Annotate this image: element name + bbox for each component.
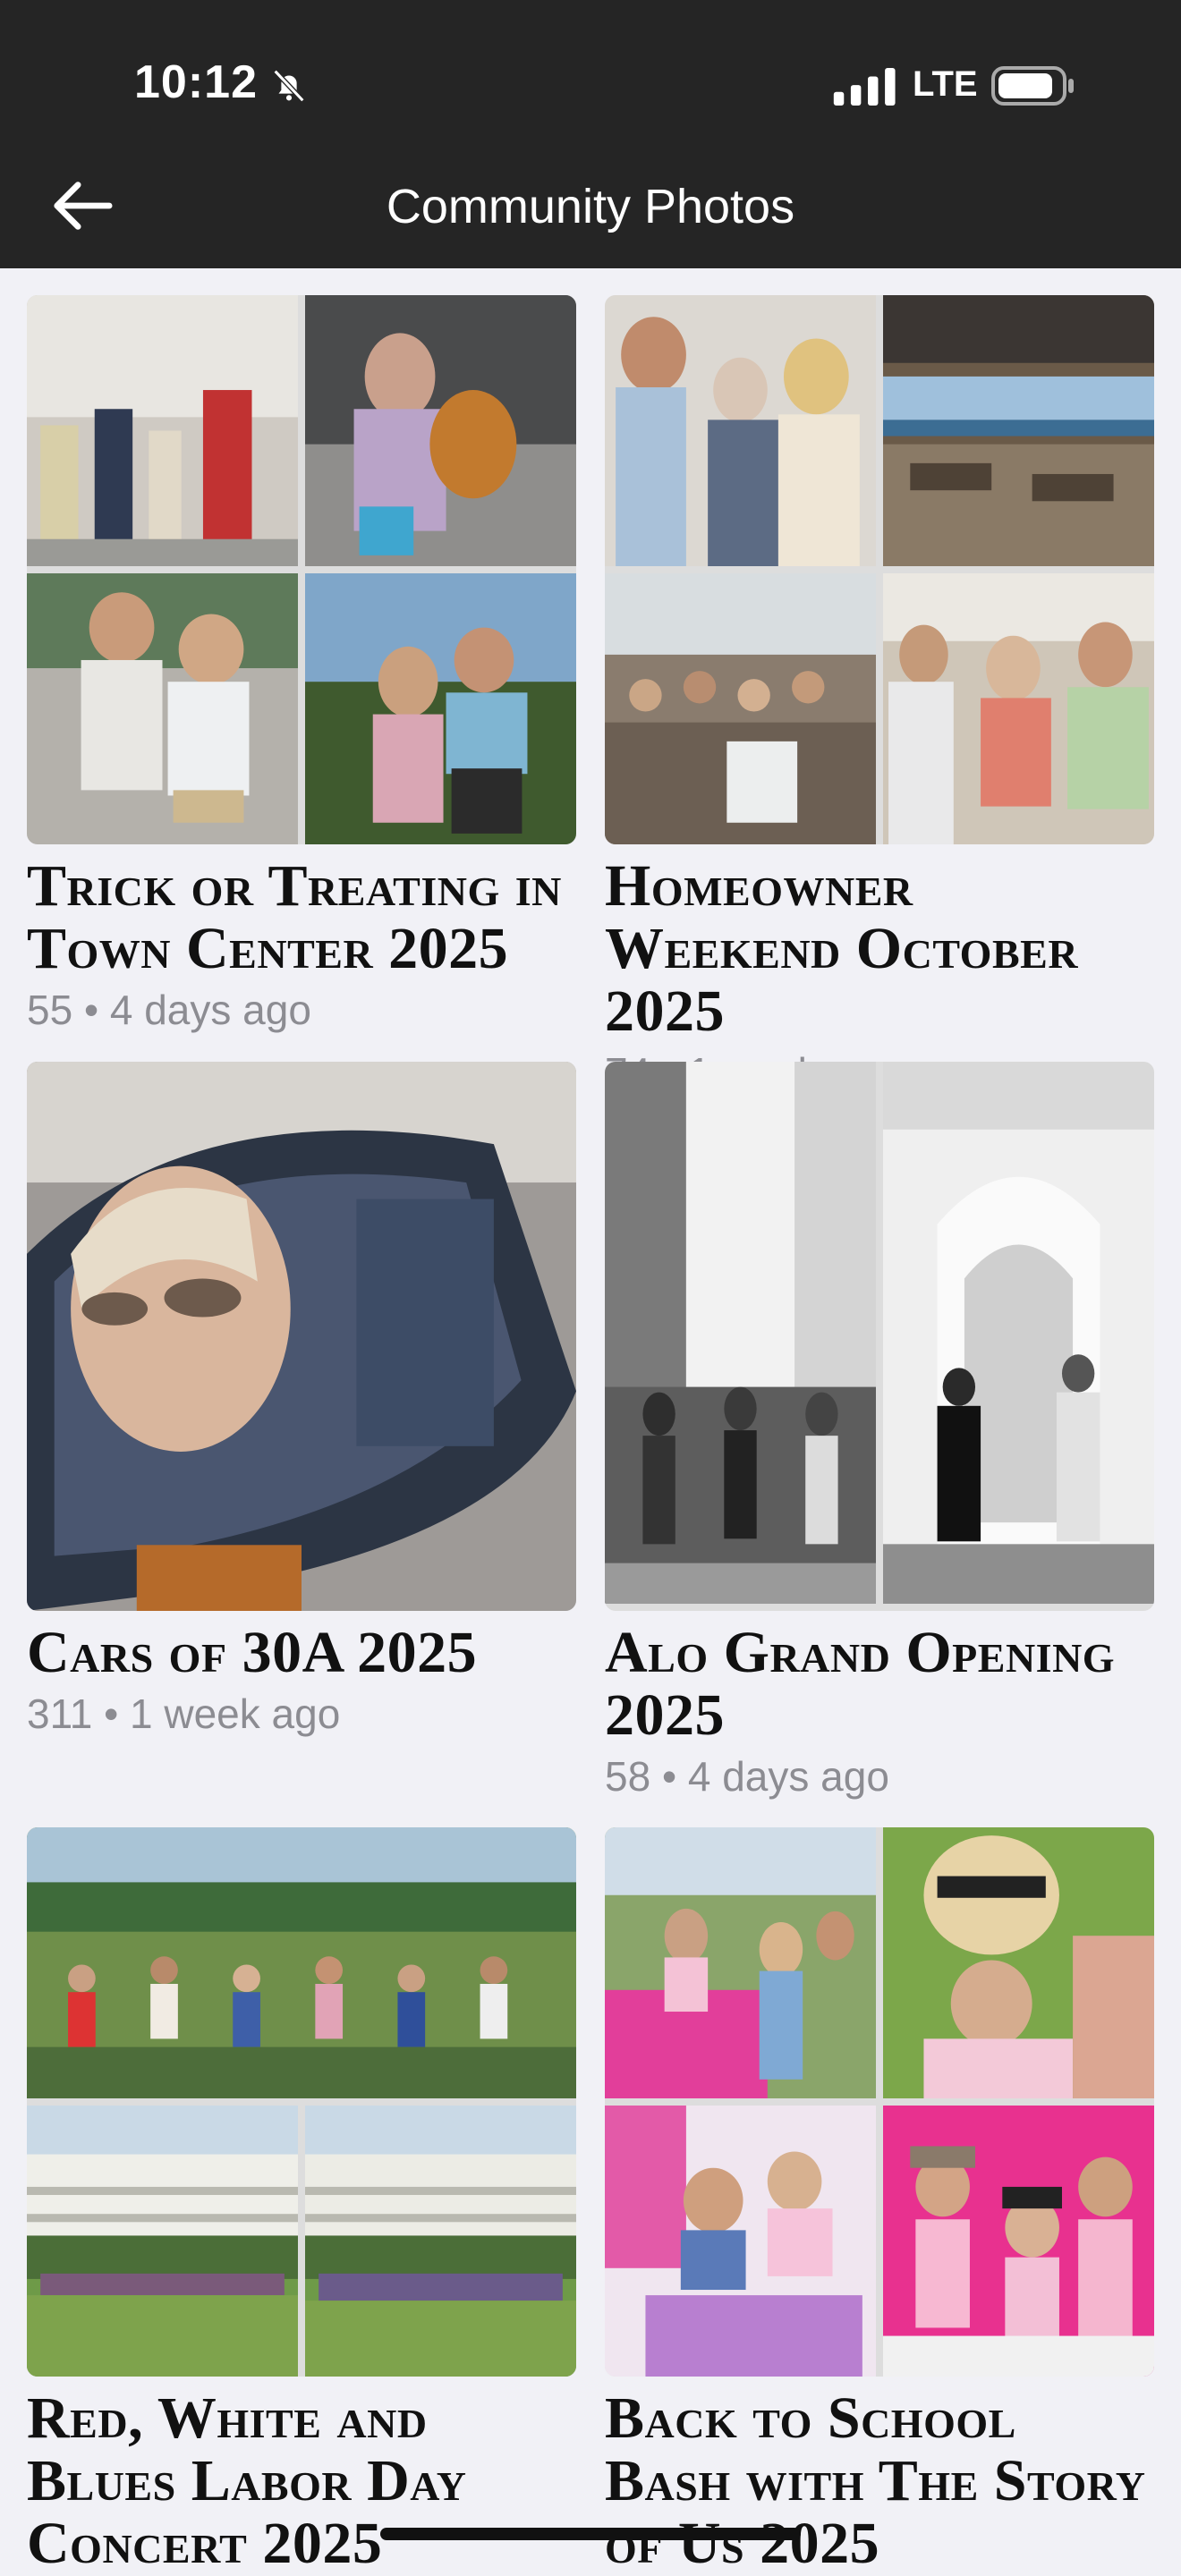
- photo-thumbnail: [305, 295, 576, 566]
- app-header: 10:12 LTE Community Photos: [0, 0, 1181, 268]
- photo-thumbnail: [605, 1062, 876, 1611]
- photo-thumbnail: [27, 1827, 576, 2098]
- status-time: 10:12: [134, 56, 258, 108]
- photo-thumbnail: [27, 2106, 298, 2377]
- album-meta: 311 • 1 week ago: [27, 1690, 576, 1738]
- photo-count: 58: [605, 1753, 651, 1800]
- album-title: Cars of 30A 2025: [27, 1620, 478, 1685]
- album-title: Red, White and Blues Labor Day Concert 2…: [27, 2385, 467, 2576]
- photo-thumbnail: [305, 2106, 576, 2377]
- album-title: Trick or Treating in Town Center 2025: [27, 853, 562, 981]
- album-card[interactable]: Back to School Bash with The Story of Us…: [605, 1827, 1154, 2575]
- photo-thumbnail: [27, 295, 298, 566]
- photo-thumbnail: [883, 295, 1154, 566]
- album-meta: 55 • 4 days ago: [27, 986, 576, 1034]
- photo-thumbnail: [883, 1827, 1154, 2098]
- album-age: 4 days ago: [687, 1753, 889, 1800]
- photo-thumbnail: [883, 573, 1154, 844]
- album-age: 1 week ago: [130, 1690, 341, 1737]
- photo-thumbnail: [605, 1827, 876, 2098]
- album-cover-collage: [27, 295, 576, 844]
- album-card[interactable]: Alo Grand Opening 2025 58 • 4 days ago: [605, 1062, 1154, 1801]
- silent-bell-icon: [273, 69, 305, 103]
- photo-thumbnail: [305, 573, 576, 844]
- album-cover-collage: [605, 1827, 1154, 2377]
- album-card[interactable]: Trick or Treating in Town Center 2025 55…: [27, 295, 576, 1034]
- battery-icon: [991, 66, 1074, 106]
- meta-separator: •: [83, 987, 99, 1033]
- album-age: 4 days ago: [109, 987, 311, 1033]
- photo-thumbnail: [27, 1062, 576, 1611]
- album-cover-collage: [605, 1062, 1154, 1611]
- album-title: Homeowner Weekend October 2025: [605, 853, 1079, 1044]
- album-card[interactable]: Homeowner Weekend October 2025 74 • 1 we…: [605, 295, 1154, 1097]
- album-cover-collage: [27, 1827, 576, 2377]
- photo-thumbnail: [605, 2106, 876, 2377]
- home-indicator[interactable]: [380, 2528, 801, 2540]
- photo-thumbnail: [605, 295, 876, 566]
- album-card[interactable]: Cars of 30A 2025 311 • 1 week ago: [27, 1062, 576, 1738]
- photo-count: 55: [27, 987, 73, 1033]
- meta-separator: •: [104, 1690, 119, 1737]
- photo-thumbnail: [883, 1062, 1154, 1611]
- album-card[interactable]: Red, White and Blues Labor Day Concert 2…: [27, 1827, 576, 2575]
- meta-separator: •: [661, 1753, 677, 1800]
- album-meta: 58 • 4 days ago: [605, 1752, 1154, 1801]
- photo-thumbnail: [605, 573, 876, 844]
- cellular-signal-icon: [833, 68, 896, 106]
- network-type: LTE: [913, 64, 978, 104]
- photo-count: 311: [27, 1690, 93, 1737]
- album-title: Alo Grand Opening 2025: [605, 1620, 1116, 1748]
- photo-thumbnail: [27, 573, 298, 844]
- album-cover-photo: [27, 1062, 576, 1611]
- album-title: Back to School Bash with The Story of Us…: [605, 2385, 1146, 2576]
- album-cover-collage: [605, 295, 1154, 844]
- photo-thumbnail: [883, 2106, 1154, 2377]
- page-title: Community Photos: [386, 180, 795, 233]
